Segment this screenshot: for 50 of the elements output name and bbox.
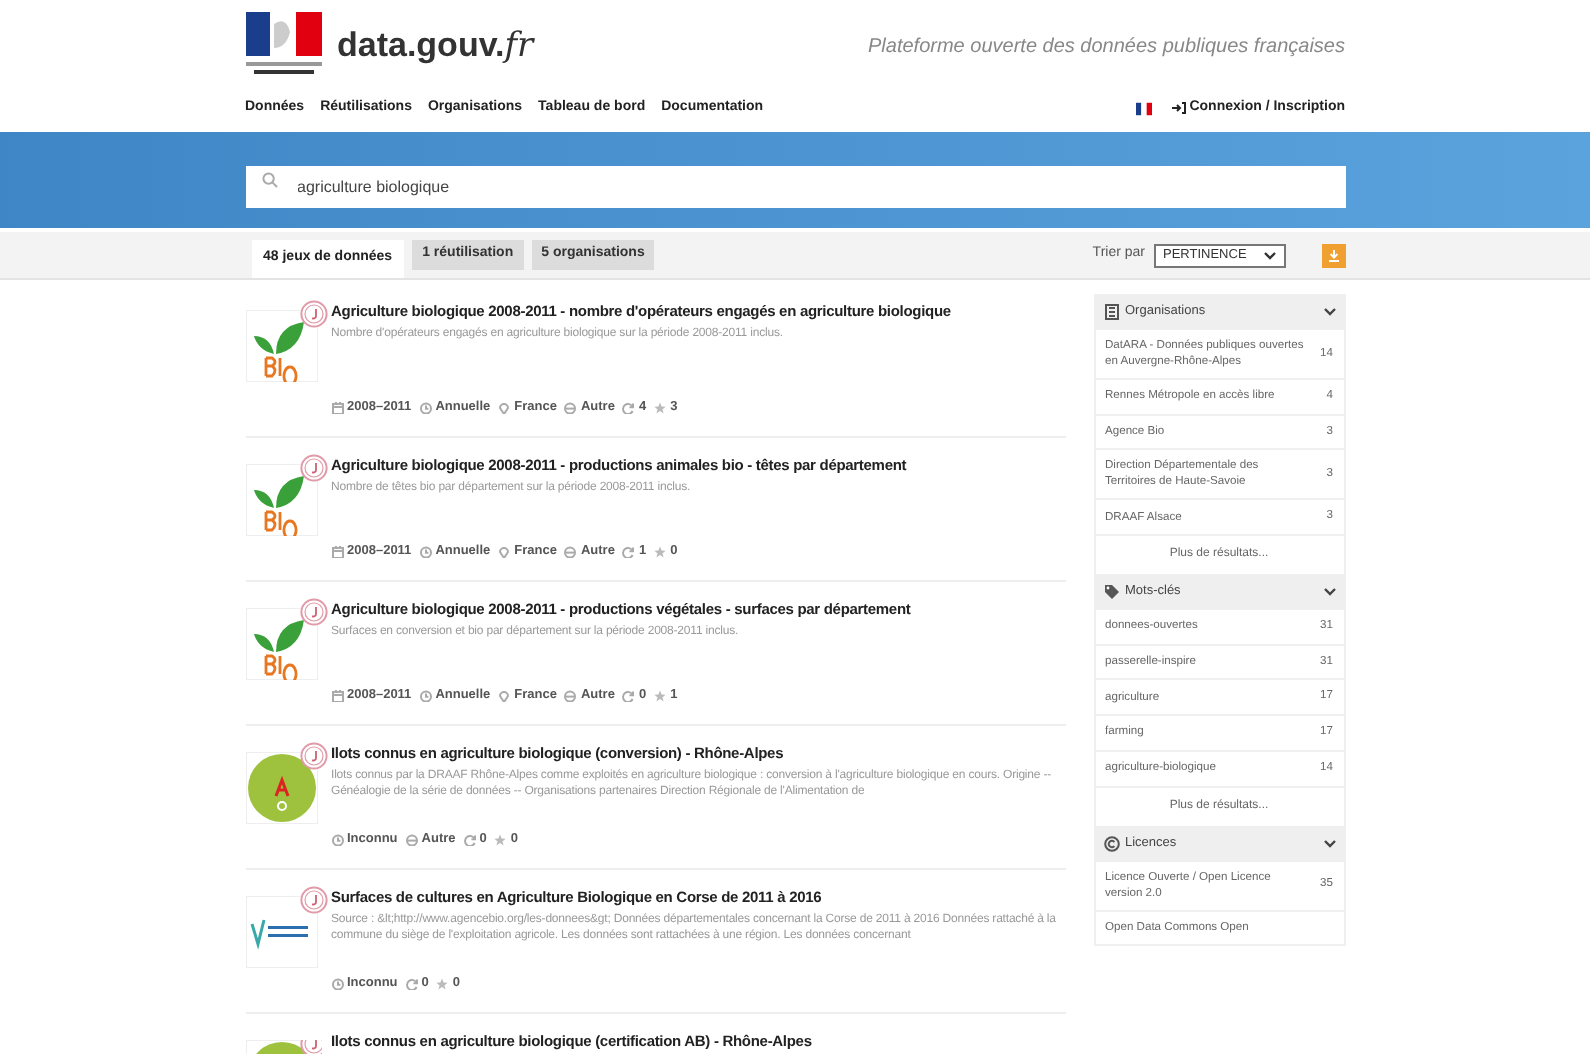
star-icon [494, 834, 507, 847]
star-icon [654, 402, 667, 415]
organization-logo [245, 310, 317, 382]
download-icon [1327, 249, 1339, 261]
refresh-icon [622, 402, 635, 415]
search-icon [261, 172, 277, 188]
certified-badge-icon [299, 742, 327, 770]
license-icon [564, 402, 577, 415]
calendar-icon [331, 546, 343, 559]
star-icon [654, 546, 667, 559]
building-icon [1103, 304, 1119, 320]
chevron-down-icon [1323, 839, 1335, 847]
map-pin-icon [498, 546, 511, 559]
refresh-icon [405, 978, 418, 991]
copyright-icon [1103, 835, 1119, 851]
refresh-icon [463, 834, 476, 847]
certified-badge-icon [299, 454, 327, 482]
calendar-icon [331, 690, 343, 703]
license-icon [564, 546, 577, 559]
calendar-icon [331, 402, 343, 415]
star-icon [654, 690, 667, 703]
organization-logo [245, 752, 317, 824]
clock-icon [331, 834, 343, 847]
refresh-icon [622, 546, 635, 559]
clock-icon [331, 978, 343, 991]
certified-badge-icon [299, 886, 327, 914]
certified-badge-icon [299, 598, 327, 626]
map-pin-icon [498, 690, 511, 703]
clock-icon [419, 546, 432, 559]
search-field[interactable]: agriculture biologique [245, 165, 1345, 207]
chevron-down-icon [1263, 251, 1275, 259]
organization-logo [245, 608, 317, 680]
french-flag-icon[interactable] [1135, 101, 1152, 115]
license-icon [405, 834, 418, 847]
map-pin-icon [498, 402, 511, 415]
chevron-down-icon [1323, 308, 1335, 316]
license-icon [564, 690, 577, 703]
refresh-icon [622, 690, 635, 703]
chevron-down-icon [1323, 588, 1335, 597]
tag-icon [1103, 584, 1119, 601]
site-logo-text[interactable]: data.gouv.fr [337, 28, 534, 64]
certified-badge-icon [299, 300, 327, 328]
star-icon [436, 978, 449, 991]
clock-icon [419, 690, 432, 703]
organization-logo [245, 464, 317, 536]
marianne-logo[interactable] [245, 12, 321, 80]
tagline: Plateforme ouverte des données publiques françaises [868, 33, 1345, 61]
sign-in-icon [1171, 102, 1186, 114]
organization-logo [245, 896, 317, 968]
clock-icon [419, 402, 432, 415]
